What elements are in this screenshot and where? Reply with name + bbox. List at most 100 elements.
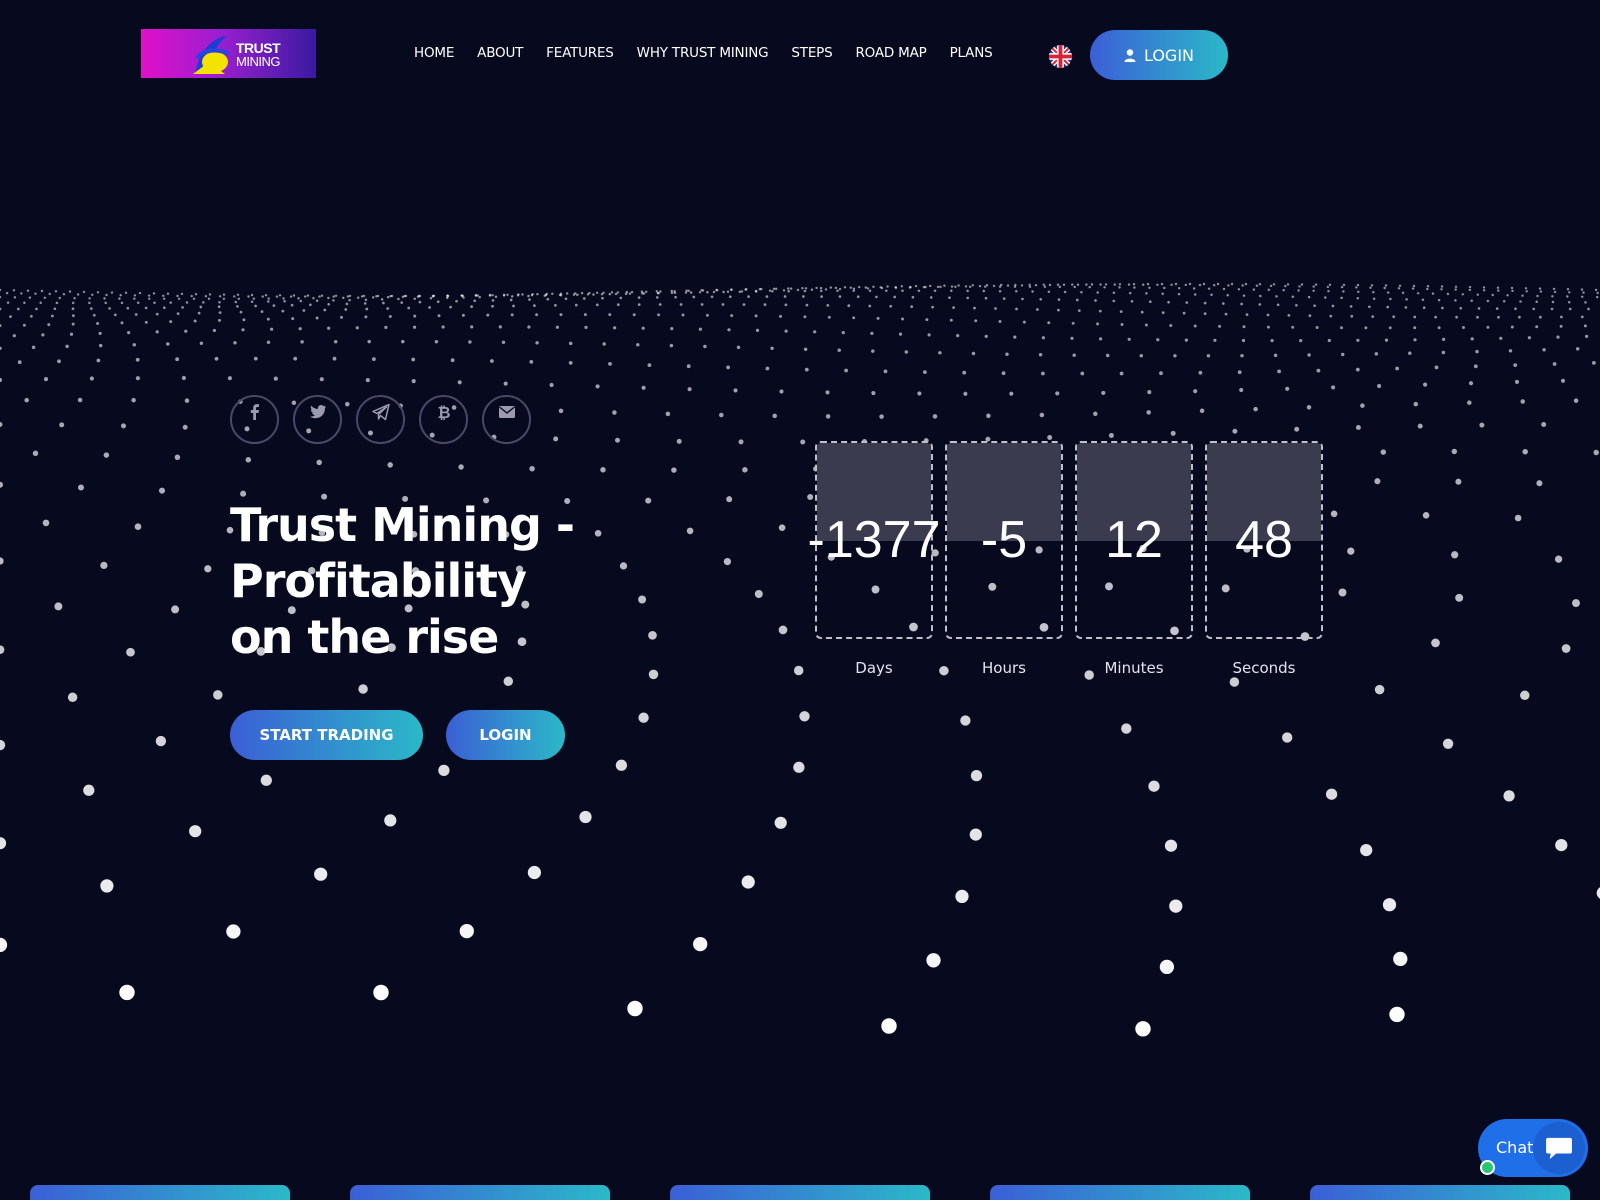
header-login-button[interactable]: LOGIN bbox=[1090, 30, 1228, 80]
star-dot bbox=[47, 323, 51, 327]
star-dot bbox=[241, 328, 245, 332]
star-dot bbox=[573, 292, 577, 295]
star-dot bbox=[588, 291, 591, 295]
star-dot bbox=[120, 301, 124, 305]
star-dot bbox=[470, 305, 473, 309]
star-dot bbox=[1072, 353, 1076, 357]
star-dot bbox=[803, 289, 807, 293]
star-dot bbox=[1326, 285, 1330, 289]
nav-steps[interactable]: STEPS bbox=[791, 45, 832, 61]
star-dot bbox=[266, 340, 271, 345]
star-dot bbox=[319, 377, 324, 382]
star-dot bbox=[166, 292, 170, 295]
star-dot bbox=[602, 342, 606, 346]
star-dot bbox=[118, 297, 121, 300]
star-dot bbox=[1389, 297, 1392, 301]
star-dot bbox=[531, 292, 534, 296]
star-dot bbox=[1198, 370, 1203, 375]
star-dot bbox=[1275, 295, 1278, 298]
star-dot bbox=[104, 301, 107, 305]
star-dot bbox=[1538, 287, 1542, 290]
star-dot bbox=[963, 391, 968, 396]
star-dot bbox=[1295, 303, 1298, 307]
star-dot bbox=[250, 300, 254, 304]
star-dot bbox=[375, 295, 378, 298]
nav-plans[interactable]: PLANS bbox=[950, 45, 993, 61]
star-dot bbox=[705, 313, 709, 317]
star-dot bbox=[1454, 299, 1457, 302]
star-dot bbox=[135, 376, 140, 381]
star-dot bbox=[555, 325, 560, 329]
star-dot bbox=[1202, 282, 1206, 286]
star-dot bbox=[1145, 292, 1148, 295]
star-dot bbox=[955, 889, 969, 904]
star-dot bbox=[1113, 283, 1117, 286]
star-dot bbox=[1013, 285, 1017, 288]
facebook-link[interactable] bbox=[230, 395, 279, 444]
bitcoin-link[interactable]: ₿ bbox=[419, 395, 468, 444]
star-dot bbox=[1508, 349, 1513, 353]
star-dot bbox=[1270, 339, 1274, 343]
star-dot bbox=[273, 376, 278, 381]
star-dot bbox=[553, 436, 559, 442]
star-dot bbox=[1434, 315, 1437, 319]
star-dot bbox=[1096, 291, 1099, 294]
start-trading-button[interactable]: START TRADING bbox=[230, 710, 423, 760]
nav-about[interactable]: ABOUT bbox=[477, 45, 523, 61]
star-dot bbox=[71, 301, 75, 305]
star-dot bbox=[218, 318, 221, 322]
star-dot bbox=[315, 316, 319, 320]
star-dot bbox=[998, 320, 1002, 323]
star-dot bbox=[290, 303, 294, 307]
star-dot bbox=[658, 303, 662, 306]
nav-features[interactable]: FEATURES bbox=[546, 45, 614, 61]
star-dot bbox=[1070, 336, 1074, 340]
star-dot bbox=[240, 490, 247, 497]
twitter-link[interactable] bbox=[293, 395, 342, 444]
star-dot bbox=[1047, 290, 1051, 293]
star-dot bbox=[120, 321, 124, 325]
star-dot bbox=[77, 397, 83, 403]
star-dot bbox=[1299, 339, 1303, 343]
email-link[interactable] bbox=[482, 395, 531, 444]
nav-road-map[interactable]: ROAD MAP bbox=[855, 45, 926, 61]
star-dot bbox=[478, 295, 481, 299]
star-dot bbox=[1193, 293, 1197, 296]
star-dot bbox=[933, 289, 937, 292]
logo[interactable]: TRUST MINING bbox=[141, 29, 316, 78]
star-dot bbox=[1518, 315, 1521, 319]
star-dot bbox=[1440, 288, 1443, 291]
nav-home[interactable]: HOME bbox=[414, 45, 454, 61]
star-dot bbox=[715, 288, 718, 292]
uk-flag-icon[interactable] bbox=[1049, 45, 1072, 68]
star-dot bbox=[327, 296, 330, 300]
star-dot bbox=[1188, 282, 1192, 286]
star-dot bbox=[1442, 738, 1454, 749]
star-dot bbox=[868, 289, 872, 292]
star-dot bbox=[559, 313, 563, 317]
star-dot bbox=[674, 295, 677, 299]
star-dot bbox=[1355, 367, 1360, 372]
star-dot bbox=[486, 313, 490, 317]
chat-widget-button[interactable]: Chat bbox=[1478, 1119, 1588, 1177]
logo-line1: TRUST bbox=[236, 40, 281, 56]
star-dot bbox=[871, 349, 875, 353]
telegram-link[interactable] bbox=[356, 395, 405, 444]
star-dot bbox=[1473, 364, 1478, 369]
star-dot bbox=[1380, 449, 1387, 455]
star-dot bbox=[1300, 283, 1304, 286]
hero-login-button[interactable]: LOGIN bbox=[446, 710, 565, 760]
star-dot bbox=[501, 340, 506, 345]
star-dot bbox=[595, 303, 599, 307]
star-dot bbox=[1132, 283, 1136, 286]
star-dot bbox=[898, 332, 903, 336]
star-dot bbox=[1560, 378, 1566, 383]
star-dot bbox=[1258, 303, 1262, 306]
star-dot bbox=[800, 439, 806, 445]
star-dot bbox=[26, 289, 30, 292]
star-dot bbox=[529, 465, 535, 472]
star-dot bbox=[1198, 283, 1202, 287]
star-dot bbox=[218, 295, 222, 298]
star-dot bbox=[503, 381, 508, 386]
nav-why-trust-mining[interactable]: WHY TRUST MINING bbox=[637, 45, 769, 61]
